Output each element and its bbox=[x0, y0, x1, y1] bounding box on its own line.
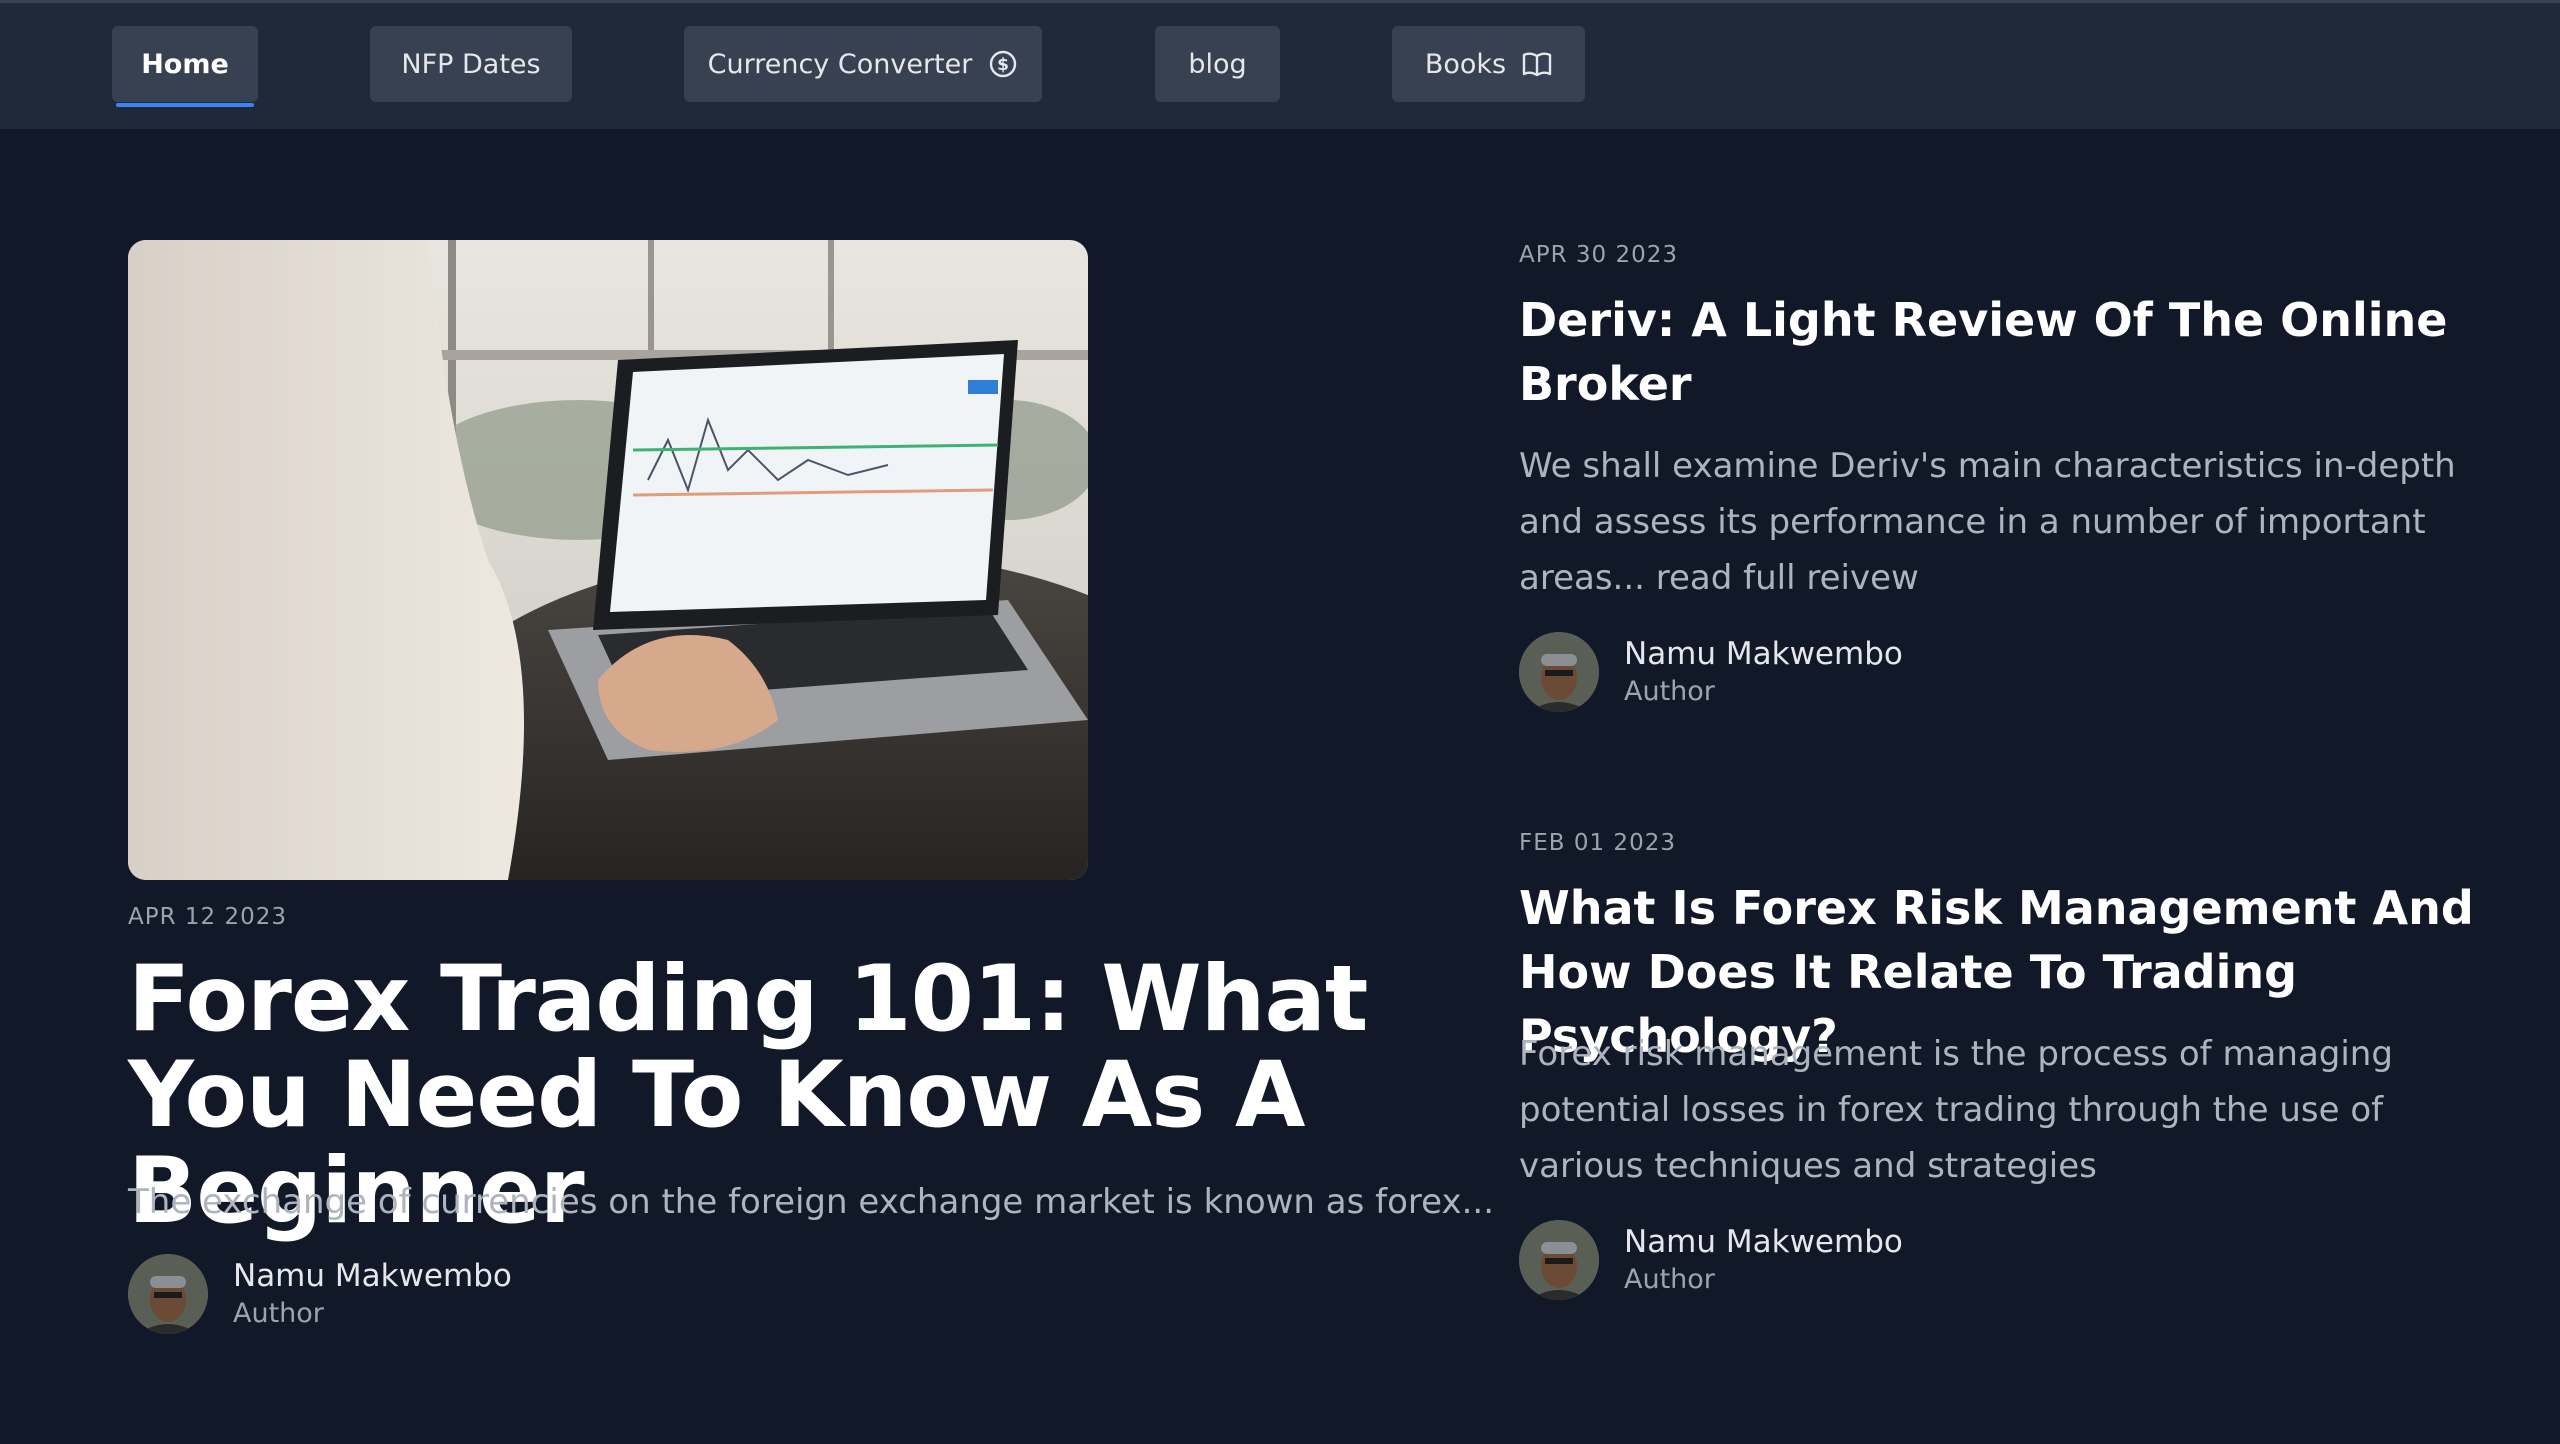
post-excerpt: Forex risk management is the process of … bbox=[1519, 1034, 2393, 1186]
featured-post-excerpt: The exchange of currencies on the foreig… bbox=[128, 1182, 1495, 1222]
author-role: Author bbox=[1624, 1264, 1715, 1295]
nav-currency-converter-button[interactable]: Currency Converter $ bbox=[684, 26, 1042, 102]
author-role: Author bbox=[1624, 676, 1715, 707]
author-role: Author bbox=[233, 1298, 324, 1329]
featured-post-date: APR 12 2023 bbox=[128, 904, 288, 930]
nav-home-label: Home bbox=[141, 48, 229, 80]
nav-currency-converter-label: Currency Converter bbox=[707, 48, 973, 80]
avatar bbox=[1519, 632, 1599, 712]
post-title[interactable]: Deriv: A Light Review Of The Online Brok… bbox=[1519, 288, 2479, 416]
author-name: Namu Makwembo bbox=[233, 1258, 512, 1294]
post-excerpt: We shall examine Deriv's main characteri… bbox=[1519, 446, 2456, 598]
nav-home-button[interactable]: Home bbox=[112, 26, 258, 107]
nav-books-label: Books bbox=[1424, 48, 1507, 80]
author-name: Namu Makwembo bbox=[1624, 636, 1903, 672]
book-open-icon bbox=[1522, 51, 1552, 77]
nav-blog-button[interactable]: blog bbox=[1155, 26, 1280, 102]
nav-books-button[interactable]: Books bbox=[1392, 26, 1585, 102]
nav-nfp-dates-button[interactable]: NFP Dates bbox=[370, 26, 572, 102]
dollar-circle-icon: $ bbox=[988, 49, 1018, 79]
active-tab-indicator bbox=[116, 103, 254, 107]
author-name: Namu Makwembo bbox=[1624, 1224, 1903, 1260]
laptop-trading-photo bbox=[128, 240, 1088, 880]
svg-text:$: $ bbox=[997, 55, 1009, 75]
featured-post-author[interactable]: Namu Makwembo Author bbox=[128, 1254, 512, 1334]
nav-blog-label: blog bbox=[1188, 48, 1247, 80]
nav-nfp-dates-label: NFP Dates bbox=[401, 48, 541, 80]
top-navbar: Home NFP Dates Currency Converter $ blog… bbox=[0, 3, 2560, 129]
featured-post-image[interactable] bbox=[128, 240, 1088, 880]
avatar bbox=[128, 1254, 208, 1334]
avatar bbox=[1519, 1220, 1599, 1300]
post-date: FEB 01 2023 bbox=[1519, 830, 1676, 856]
post-author[interactable]: Namu Makwembo Author bbox=[1519, 1220, 1903, 1300]
post-author[interactable]: Namu Makwembo Author bbox=[1519, 632, 1903, 712]
post-date: APR 30 2023 bbox=[1519, 242, 1679, 268]
